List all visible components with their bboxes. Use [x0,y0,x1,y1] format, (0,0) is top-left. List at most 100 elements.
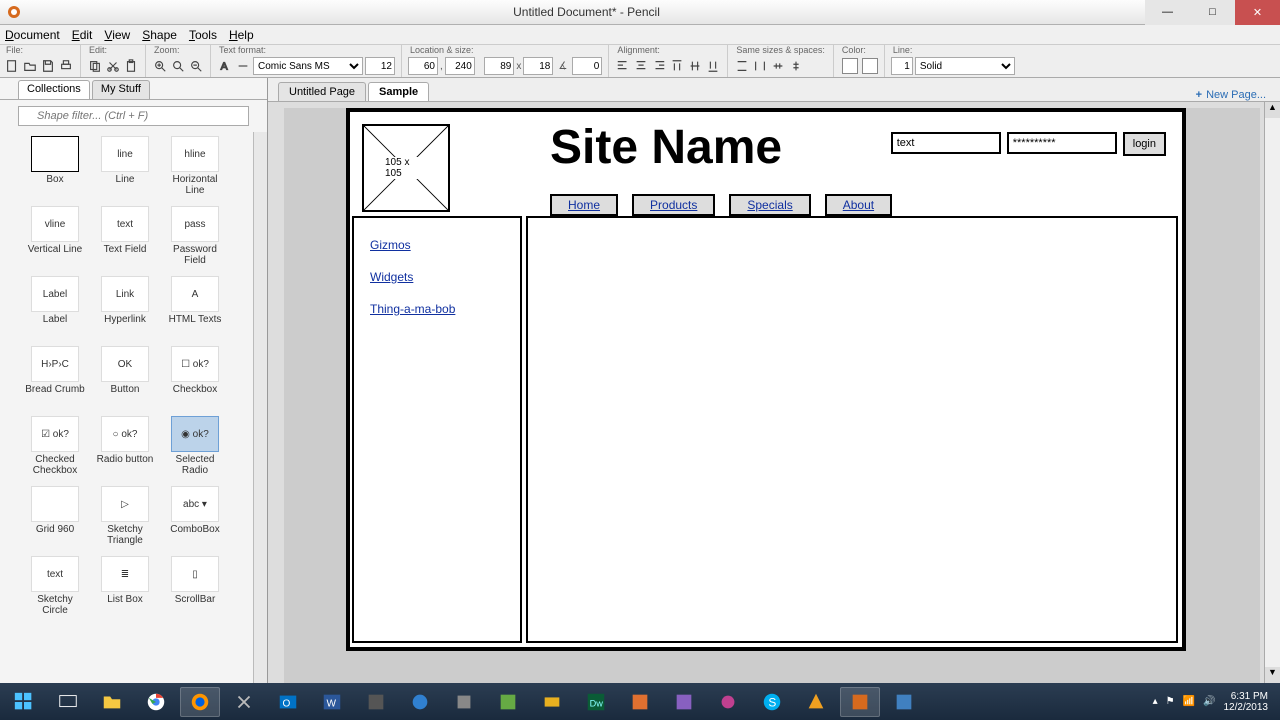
shape-list-box[interactable]: ≣List Box [94,556,156,616]
canvas-scrollbar[interactable]: ▲ ▼ [1264,102,1280,683]
side-link-widgets[interactable]: Widgets [370,270,504,284]
save-file-icon[interactable] [40,58,56,74]
system-tray[interactable]: ▴ ⚑ 📶 🔊 6:31 PM 12/2/2013 [1153,691,1276,713]
scroll-down-icon[interactable]: ▼ [1265,667,1280,683]
shape-text-field[interactable]: textText Field [94,206,156,266]
space-v-icon[interactable] [788,58,804,74]
new-file-icon[interactable] [4,58,20,74]
flag-icon[interactable]: ⚑ [1166,696,1175,707]
nav-products[interactable]: Products [632,194,715,216]
shape-html-texts[interactable]: AHTML Texts [164,276,226,336]
minimize-button[interactable]: — [1145,0,1190,25]
word-icon[interactable]: W [312,687,352,717]
font-select[interactable]: Comic Sans MS [253,57,363,75]
align-bottom-icon[interactable] [705,58,721,74]
close-button[interactable]: ✕ [1235,0,1280,25]
menu-help[interactable]: Help [229,28,254,42]
print-icon[interactable] [58,58,74,74]
site-title[interactable]: Site Name [550,120,782,175]
size-w-input[interactable] [484,57,514,75]
tab-mystuff[interactable]: My Stuff [92,80,150,99]
align-right-icon[interactable] [651,58,667,74]
align-left-icon[interactable] [615,58,631,74]
loc-x-input[interactable] [408,57,438,75]
sidebar-column[interactable]: Gizmos Widgets Thing-a-ma-bob [352,216,522,643]
app-icon-8[interactable] [708,687,748,717]
menu-shape[interactable]: Shape [142,28,177,42]
shape-scrollbar[interactable]: ▯ScrollBar [164,556,226,616]
line-width-input[interactable] [891,57,913,75]
menu-edit[interactable]: Edit [72,28,93,42]
space-h-icon[interactable] [770,58,786,74]
explorer-icon[interactable] [92,687,132,717]
app-icon-3[interactable] [444,687,484,717]
nav-about[interactable]: About [825,194,892,216]
shape-hyperlink[interactable]: LinkHyperlink [94,276,156,336]
app-icon-1[interactable] [356,687,396,717]
copy-icon[interactable] [87,58,103,74]
image-placeholder[interactable]: 105 x 105 [362,124,450,212]
login-button[interactable]: login [1123,132,1166,156]
outlook-icon[interactable]: O [268,687,308,717]
app-icon-10[interactable] [884,687,924,717]
shape-label[interactable]: LabelLabel [24,276,86,336]
text-style-icon[interactable] [235,58,251,74]
shape-vertical-line[interactable]: vlineVertical Line [24,206,86,266]
fill-color-swatch[interactable] [842,58,858,74]
password-field[interactable] [1007,132,1117,154]
mockup-page[interactable]: 105 x 105 Site Name login Home Products … [350,112,1182,647]
app-icon-2[interactable] [400,687,440,717]
shape-grid-960[interactable]: Grid 960 [24,486,86,546]
shape-checked-checkbox[interactable]: ☑ ok?Checked Checkbox [24,416,86,476]
app-icon-7[interactable] [664,687,704,717]
open-file-icon[interactable] [22,58,38,74]
shape-sketchy-triangle[interactable]: ▷Sketchy Triangle [94,486,156,546]
cut-icon[interactable] [105,58,121,74]
menu-tools[interactable]: Tools [189,28,217,42]
shape-checkbox[interactable]: ☐ ok?Checkbox [164,346,226,406]
maximize-button[interactable]: □ [1190,0,1235,25]
pencil-taskbar-icon[interactable] [840,687,880,717]
text-color-icon[interactable]: A [217,58,233,74]
content-column[interactable] [526,216,1178,643]
side-link-thingamabob[interactable]: Thing-a-ma-bob [370,302,504,316]
side-link-gizmos[interactable]: Gizmos [370,238,504,252]
menu-view[interactable]: View [104,28,130,42]
size-h-input[interactable] [523,57,553,75]
start-button[interactable] [4,687,44,717]
tab-collections[interactable]: Collections [18,80,90,99]
shape-combobox[interactable]: abc ▾ComboBox [164,486,226,546]
skype-icon[interactable]: S [752,687,792,717]
page-tab-untitled[interactable]: Untitled Page [278,82,366,101]
paste-icon[interactable] [123,58,139,74]
stroke-color-swatch[interactable] [862,58,878,74]
shape-line[interactable]: lineLine [94,136,156,196]
menu-document[interactable]: Document [5,28,60,42]
firefox-icon[interactable] [180,687,220,717]
shape-button[interactable]: OKButton [94,346,156,406]
shape-selected-radio[interactable]: ◉ ok?Selected Radio [164,416,226,476]
zoom-reset-icon[interactable] [170,58,186,74]
zoom-in-icon[interactable] [152,58,168,74]
snip-icon[interactable] [224,687,264,717]
align-center-icon[interactable] [633,58,649,74]
app-icon-5[interactable] [532,687,572,717]
canvas[interactable]: 105 x 105 Site Name login Home Products … [268,102,1280,683]
scroll-up-icon[interactable]: ▲ [1265,102,1280,118]
same-height-icon[interactable] [752,58,768,74]
shape-box[interactable]: Box [24,136,86,196]
same-width-icon[interactable] [734,58,750,74]
app-icon-9[interactable] [796,687,836,717]
volume-icon[interactable]: 🔊 [1203,696,1215,707]
align-top-icon[interactable] [669,58,685,74]
shape-bread-crumb[interactable]: H›P›CBread Crumb [24,346,86,406]
shape-password-field[interactable]: passPassword Field [164,206,226,266]
nav-home[interactable]: Home [550,194,618,216]
chrome-icon[interactable] [136,687,176,717]
shape-radio-button[interactable]: ○ ok?Radio button [94,416,156,476]
tray-up-icon[interactable]: ▴ [1153,696,1158,707]
shapes-scrollbar[interactable] [253,132,267,683]
align-middle-icon[interactable] [687,58,703,74]
new-page-button[interactable]: + New Page... [1196,89,1272,101]
line-style-select[interactable]: Solid [915,57,1015,75]
